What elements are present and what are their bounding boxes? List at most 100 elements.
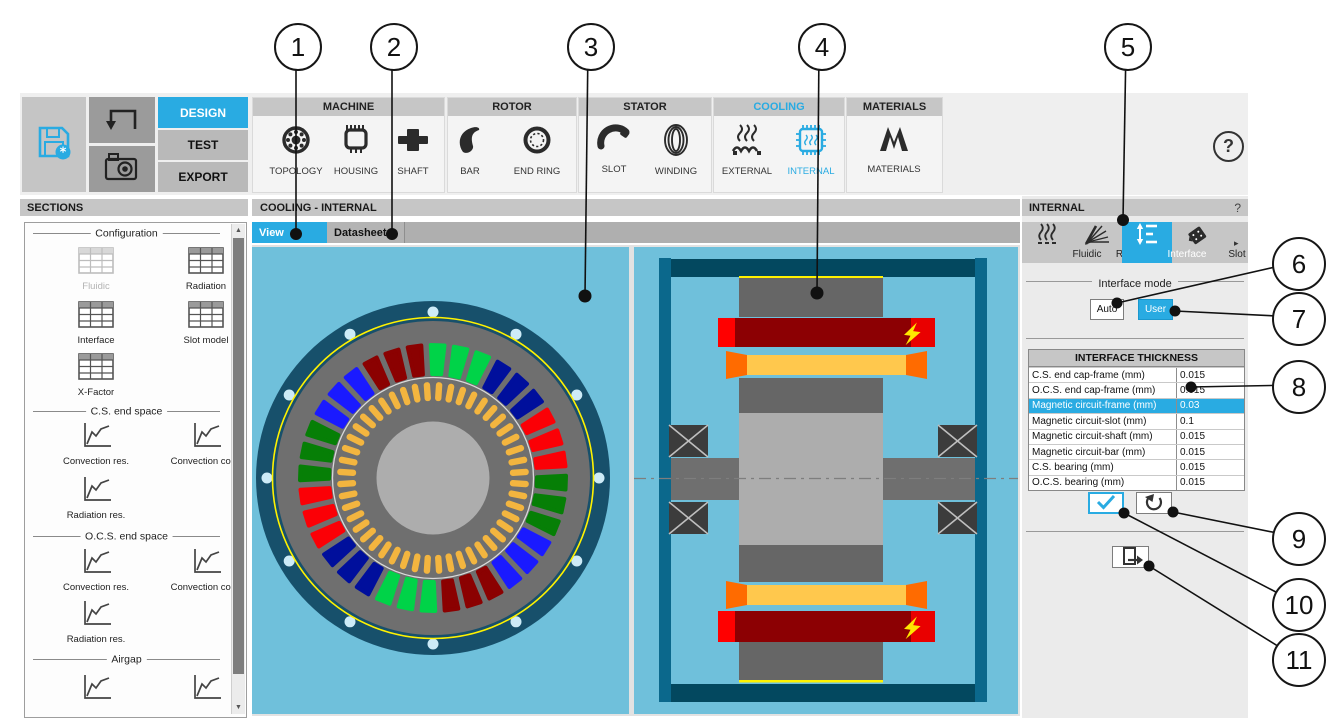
section-item-cs-radiation-res[interactable]: Radiation res. [41, 475, 151, 521]
panel-tab-slot[interactable]: Slot [1172, 222, 1222, 263]
export-report-button[interactable] [1112, 546, 1149, 568]
callout-1: 1 [274, 23, 322, 71]
group-materials: MATERIALS MATERIALS [846, 97, 943, 193]
panel-tab-interface[interactable]: Interface [1122, 222, 1172, 263]
save-icon: * [34, 122, 74, 167]
stator-slot-button[interactable]: SLOT [583, 122, 645, 175]
interface-mode-auto-button[interactable]: Auto [1090, 299, 1124, 320]
housing-icon [338, 122, 374, 158]
group-cooling-title: COOLING [714, 98, 844, 116]
table-row[interactable]: O.C.S. end cap-frame (mm)0.015 [1029, 382, 1244, 397]
materials-button[interactable]: MATERIALS [863, 122, 925, 175]
table-row[interactable]: Magnetic circuit-bar (mm)0.015 [1029, 444, 1244, 459]
camera-icon [102, 150, 142, 189]
interface-mode-label: Interface mode [1092, 278, 1177, 290]
view-area [252, 245, 1020, 716]
section-item-ocs-convection-res[interactable]: Convection res. [41, 547, 151, 593]
undo-button[interactable] [89, 97, 155, 143]
section-item-interface[interactable]: Interface [41, 301, 151, 346]
callout-3: 3 [567, 23, 615, 71]
group-rotor-title: ROTOR [448, 98, 576, 116]
table-row[interactable]: C.S. bearing (mm)0.015 [1029, 459, 1244, 474]
panel-help-icon[interactable]: ? [1234, 201, 1241, 215]
internal-panel: INTERNAL ? Fluidic Radiation Interface S… [1022, 196, 1248, 718]
topology-button[interactable]: TOPOLOGY [265, 122, 327, 177]
panel-divider [1026, 531, 1244, 532]
internal-panel-header: INTERNAL ? [1022, 199, 1248, 216]
sections-group-ocs-end-space: O.C.S. end space [33, 536, 220, 537]
interface-thickness-table: INTERFACE THICKNESS C.S. end cap-frame (… [1028, 349, 1245, 491]
interface-mode-user-button[interactable]: User [1138, 299, 1173, 320]
scrollbar-thumb[interactable] [233, 238, 244, 674]
section-item-ocs-radiation-res[interactable]: Radiation res. [41, 599, 151, 645]
table-row[interactable]: Magnetic circuit-slot (mm)0.1 [1029, 413, 1244, 428]
sections-group-cs-end-space: C.S. end space [33, 411, 220, 412]
design-button[interactable]: DESIGN [158, 97, 248, 128]
section-item-fluidic[interactable]: Fluidic [41, 247, 151, 292]
scroll-up-icon[interactable]: ▲ [232, 224, 245, 237]
svg-text:*: * [60, 146, 67, 161]
internal-cooling-button[interactable]: INTERNAL [780, 122, 842, 177]
interface-thickness-title: INTERFACE THICKNESS [1029, 350, 1244, 367]
end-ring-icon [519, 122, 555, 158]
section-item-x-factor[interactable]: X-Factor [41, 353, 151, 398]
winding-icon [658, 122, 694, 158]
external-cooling-icon [727, 122, 767, 158]
export-button[interactable]: EXPORT [158, 162, 248, 192]
bar-button[interactable]: BAR [439, 122, 501, 177]
scroll-down-icon[interactable]: ▼ [232, 701, 245, 714]
main-tabbar: View Datasheet [252, 222, 1020, 243]
callout-9: 9 [1272, 512, 1326, 566]
main-title: COOLING - INTERNAL [252, 199, 1020, 216]
slot-tab-icon [1182, 235, 1212, 252]
end-ring-button[interactable]: END RING [506, 122, 568, 177]
group-materials-title: MATERIALS [847, 98, 942, 116]
test-button[interactable]: TEST [158, 130, 248, 160]
section-item-cs-convection-res[interactable]: Convection res. [41, 421, 151, 467]
chart-icon [188, 562, 224, 579]
table-row[interactable]: O.C.S. bearing (mm)0.015 [1029, 475, 1244, 490]
callout-4: 4 [798, 23, 846, 71]
callout-8: 8 [1272, 360, 1326, 414]
table-row[interactable]: C.S. end cap-frame (mm)0.015 [1029, 367, 1244, 382]
table-icon [78, 367, 114, 384]
external-cooling-button[interactable]: EXTERNAL [716, 122, 778, 177]
internal-panel-tabs: Fluidic Radiation Interface Slot ▸ [1022, 222, 1248, 263]
interface-icon [1132, 233, 1162, 250]
group-machine: MACHINE TOPOLOGY HOUSING SHAFT [252, 97, 445, 193]
callout-2: 2 [370, 23, 418, 71]
panel-tab-radiation[interactable]: Radiation [1072, 222, 1122, 263]
table-icon [188, 261, 224, 278]
group-stator: STATOR SLOT WINDING [578, 97, 712, 193]
topology-icon [278, 122, 314, 158]
table-row[interactable]: Magnetic circuit-shaft (mm)0.015 [1029, 429, 1244, 444]
apply-button[interactable] [1088, 492, 1124, 514]
chart-icon [78, 688, 114, 705]
help-button[interactable]: ? [1213, 131, 1244, 162]
table-row-selected[interactable]: Magnetic circuit-frame (mm)0.03 [1029, 398, 1244, 413]
group-machine-title: MACHINE [253, 98, 444, 116]
chart-icon [188, 436, 224, 453]
tab-view[interactable]: View [252, 222, 327, 243]
rotor-bar-icon [453, 122, 487, 158]
shaft-icon [395, 122, 431, 158]
reset-button[interactable] [1136, 492, 1172, 514]
chart-icon [78, 562, 114, 579]
section-item-airgap-1[interactable] [41, 673, 151, 706]
top-toolbar: * DESIGN TEST EXPORT MACHINE TOPOLOGY HO… [20, 93, 1248, 195]
sections-scrollbar[interactable]: ▲ ▼ [231, 224, 245, 714]
winding-button[interactable]: WINDING [645, 122, 707, 177]
panel-tab-fluidic[interactable]: Fluidic [1022, 222, 1072, 263]
export-report-icon [1118, 545, 1144, 570]
tab-datasheet[interactable]: Datasheet [327, 222, 405, 243]
axial-cross-section-view[interactable] [634, 247, 1018, 714]
group-cooling: COOLING EXTERNAL INTERNAL [713, 97, 845, 193]
screenshot-button[interactable] [89, 146, 155, 192]
shaft-button[interactable]: SHAFT [382, 122, 444, 177]
save-button[interactable]: * [22, 97, 86, 192]
housing-button[interactable]: HOUSING [325, 122, 387, 177]
stator-slot-icon [595, 122, 633, 158]
radial-cross-section-view[interactable] [252, 247, 629, 714]
callout-7: 7 [1272, 292, 1326, 346]
more-tabs-arrow-icon[interactable]: ▸ [1234, 238, 1239, 249]
